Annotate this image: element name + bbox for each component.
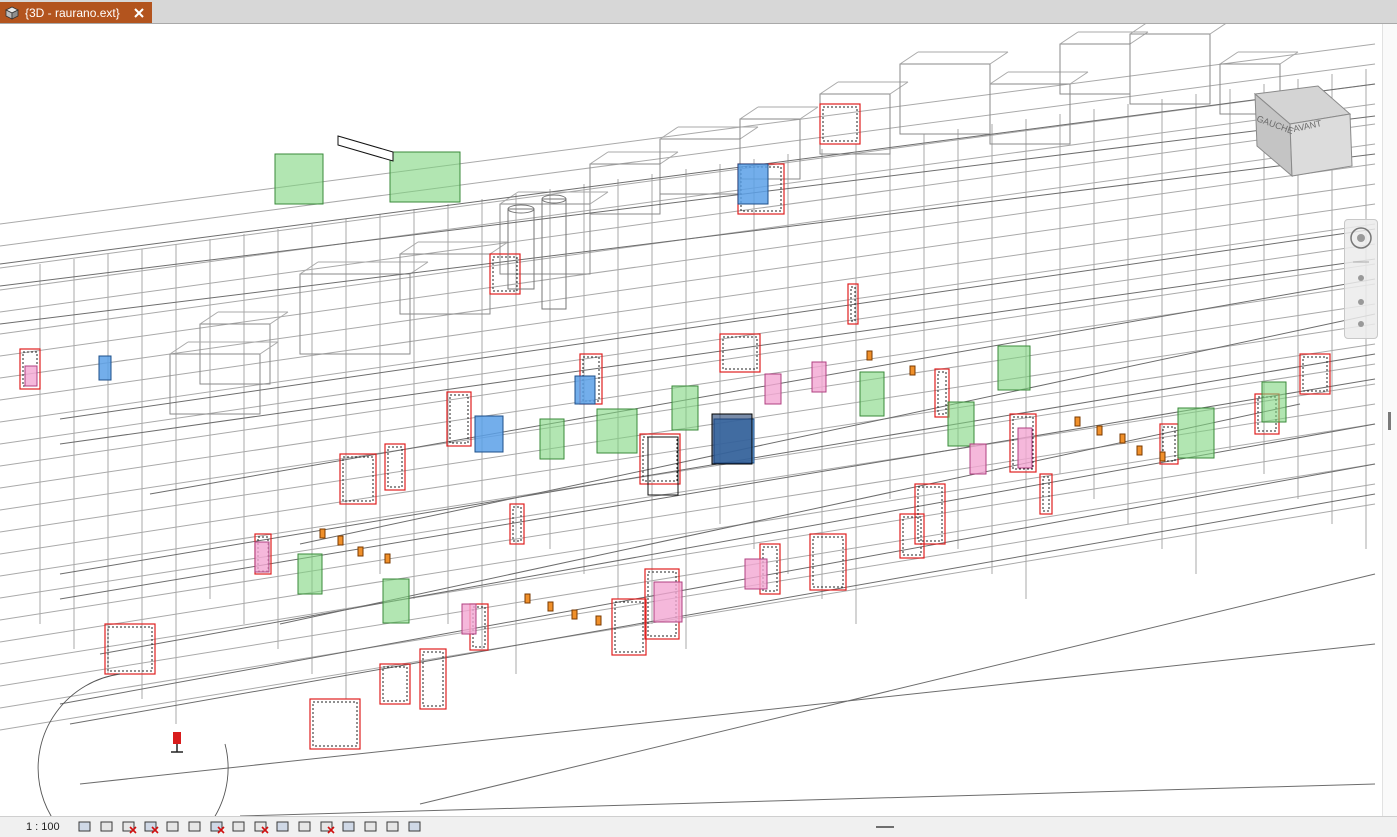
glass-panel[interactable] — [1261, 381, 1287, 423]
view-control-bar: 1 : 100 — [0, 816, 1397, 837]
view-tab[interactable]: {3D - raurano.ext} — [0, 2, 152, 23]
glass-panel[interactable] — [297, 553, 323, 595]
door-element[interactable] — [899, 513, 925, 559]
glass-panel[interactable] — [274, 153, 324, 205]
show-crop-icon[interactable] — [208, 819, 226, 835]
marker[interactable] — [866, 350, 873, 361]
tank-cylinder[interactable] — [541, 194, 567, 310]
window-panel[interactable] — [98, 355, 112, 381]
marker[interactable] — [1074, 416, 1081, 427]
view-scale[interactable]: 1 : 100 — [0, 821, 76, 833]
shadows-icon[interactable] — [142, 819, 160, 835]
view-tab-title: {3D - raurano.ext} — [25, 5, 120, 20]
pan-icon[interactable] — [1358, 299, 1364, 305]
glass-panel[interactable] — [947, 401, 975, 447]
visual-style-icon[interactable] — [98, 819, 116, 835]
window-panel[interactable] — [737, 163, 769, 205]
view-control-tools — [76, 819, 424, 835]
pink-panel[interactable] — [254, 541, 270, 573]
temporary-hide-icon[interactable] — [252, 819, 270, 835]
marker[interactable] — [1159, 451, 1166, 462]
marker[interactable] — [357, 546, 364, 557]
gauche-avant-cube[interactable]: GAUCHE AVANT — [1253, 85, 1353, 178]
cube-3d-icon — [5, 6, 19, 20]
pink-panel[interactable] — [811, 361, 827, 393]
worksharing-icon[interactable] — [296, 819, 314, 835]
detail-level-icon[interactable] — [76, 819, 94, 835]
zoom-icon[interactable] — [1358, 275, 1364, 281]
crop-view-icon[interactable] — [186, 819, 204, 835]
marker[interactable] — [571, 609, 578, 620]
highlight-displacement-icon[interactable] — [318, 819, 336, 835]
marker[interactable] — [1119, 433, 1126, 444]
marker[interactable] — [547, 601, 554, 612]
section-box-icon[interactable] — [406, 819, 424, 835]
pink-panel[interactable] — [969, 443, 987, 475]
pink-panel[interactable] — [24, 365, 38, 387]
pink-panel[interactable] — [461, 603, 477, 635]
pink-panel[interactable] — [1017, 427, 1033, 469]
pink-panel[interactable] — [744, 558, 768, 590]
orbit-icon[interactable] — [1358, 321, 1364, 327]
window-panel[interactable] — [574, 375, 596, 405]
marker[interactable] — [595, 615, 602, 626]
marker[interactable] — [337, 535, 344, 546]
navigation-bar[interactable] — [1344, 219, 1378, 339]
door-element[interactable] — [379, 663, 411, 705]
temporary-view-properties-icon[interactable] — [384, 819, 402, 835]
glass-panel[interactable] — [389, 151, 461, 203]
glass-panel[interactable] — [596, 408, 638, 454]
3d-view-canvas[interactable]: GAUCHE AVANT — [0, 24, 1397, 816]
building-model: GAUCHE AVANT — [0, 24, 1376, 816]
horizontal-scroll-grip[interactable] — [876, 826, 894, 828]
marker[interactable] — [319, 528, 326, 539]
glass-panel[interactable] — [382, 578, 410, 624]
marker[interactable] — [524, 593, 531, 604]
door-element[interactable] — [309, 698, 361, 750]
signage-board[interactable] — [337, 135, 394, 162]
marker[interactable] — [384, 553, 391, 564]
door-element[interactable] — [339, 453, 377, 505]
glass-panel[interactable] — [1177, 407, 1215, 459]
pink-panel[interactable] — [764, 373, 782, 405]
marker[interactable] — [1096, 425, 1103, 436]
sun-path-icon[interactable] — [120, 819, 138, 835]
analytical-model-icon[interactable] — [362, 819, 380, 835]
tank-cylinder[interactable] — [507, 204, 535, 290]
marker[interactable] — [909, 365, 916, 376]
marker[interactable] — [1136, 445, 1143, 456]
door-element[interactable] — [1299, 353, 1331, 395]
glass-panel[interactable] — [859, 371, 885, 417]
close-icon[interactable] — [132, 6, 146, 20]
vertical-scrollbar[interactable] — [1382, 24, 1397, 816]
reveal-constraints-icon[interactable] — [340, 819, 358, 835]
orbit-circle — [37, 673, 229, 816]
reveal-hidden-icon[interactable] — [274, 819, 292, 835]
glass-panel[interactable] — [539, 418, 565, 460]
unlock-3d-view-icon[interactable] — [230, 819, 248, 835]
glass-panel[interactable] — [997, 345, 1031, 391]
view-tab-bar: {3D - raurano.ext} — [0, 0, 1397, 24]
pink-panel[interactable] — [653, 581, 683, 623]
window-panel[interactable] — [474, 415, 504, 453]
door-element[interactable] — [819, 103, 861, 145]
window-panel[interactable] — [711, 413, 753, 465]
glass-panel[interactable] — [671, 385, 699, 431]
render-icon[interactable] — [164, 819, 182, 835]
camera-marker[interactable] — [171, 732, 183, 753]
door-element[interactable] — [1039, 473, 1053, 515]
scroll-thumb[interactable] — [1388, 412, 1391, 430]
